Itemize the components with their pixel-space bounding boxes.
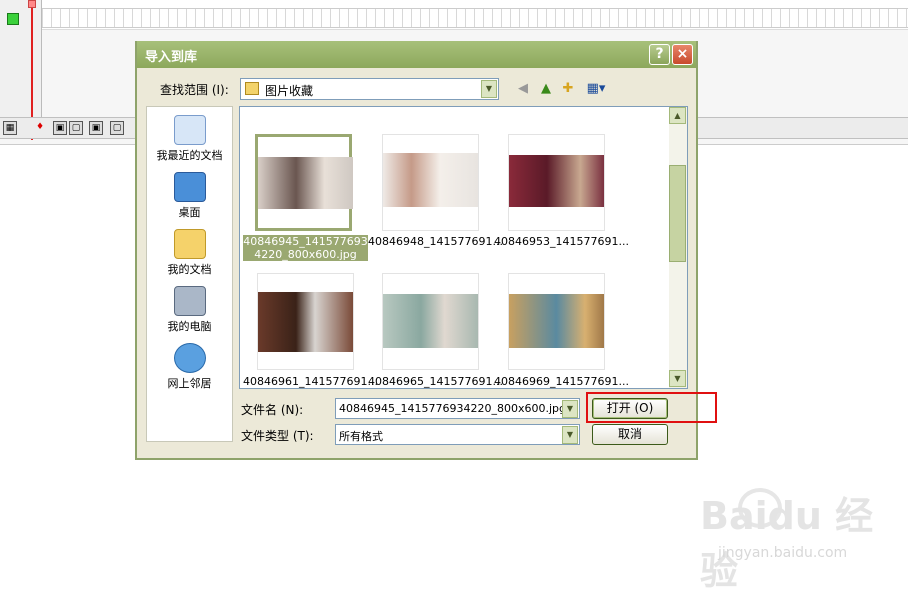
file-thumbnail[interactable]: [382, 134, 479, 231]
folder-icon: [245, 82, 259, 95]
watermark-url: jingyan.baidu.com: [718, 545, 848, 561]
dialog-title-bar[interactable]: 导入到库: [137, 41, 696, 68]
file-thumbnail[interactable]: [382, 273, 479, 370]
my-computer-icon: [173, 286, 206, 316]
file-name[interactable]: 40846965_141577691...: [368, 375, 503, 388]
cancel-button[interactable]: 取消: [592, 424, 668, 445]
chevron-down-icon[interactable]: ▼: [562, 426, 578, 444]
onion-outline-icon[interactable]: ▢: [69, 121, 83, 135]
dialog-title: 导入到库: [145, 50, 198, 65]
place-label: 网上邻居: [167, 377, 212, 390]
file-name[interactable]: 40846948_141577691...: [368, 235, 503, 248]
filename-label: 文件名 (N):: [241, 403, 304, 417]
edit-multiple-frames-icon[interactable]: ▣: [89, 121, 103, 135]
place-label: 我的电脑: [167, 320, 212, 333]
filename-field[interactable]: 40846945_1415776934220_800x600.jpg ▼: [335, 398, 580, 419]
filetype-dropdown[interactable]: 所有格式 ▼: [335, 424, 580, 445]
file-name[interactable]: 40846969_141577691...: [494, 375, 629, 388]
trash-icon[interactable]: ▦: [3, 121, 17, 135]
modify-markers-icon[interactable]: ▢: [110, 121, 124, 135]
timeline-frames[interactable]: [42, 8, 908, 28]
photo-thumbnail: [258, 157, 353, 209]
file-thumbnail[interactable]: [255, 134, 353, 231]
place-my-documents[interactable]: 我的文档: [147, 229, 232, 277]
new-folder-icon[interactable]: ✚: [559, 81, 577, 97]
photo-thumbnail: [383, 153, 478, 207]
lookin-label: 查找范围 (I):: [160, 83, 229, 97]
file-thumbnail[interactable]: [257, 273, 354, 370]
chevron-down-icon[interactable]: ▼: [562, 400, 578, 418]
place-network[interactable]: 网上邻居: [147, 343, 232, 391]
chevron-down-icon[interactable]: ▼: [481, 80, 497, 98]
lookin-dropdown[interactable]: 图片收藏 ▼: [240, 78, 499, 100]
photo-thumbnail: [258, 292, 353, 352]
onion-marker-icon[interactable]: ♦: [33, 121, 47, 135]
file-list[interactable]: 40846945_1415776934220_800x600.jpg 40846…: [239, 106, 688, 389]
recent-documents-icon: [173, 115, 206, 145]
vertical-scrollbar[interactable]: ▲ ▼: [669, 107, 687, 388]
photo-thumbnail: [383, 294, 478, 348]
help-button[interactable]: ?: [649, 44, 670, 65]
network-places-icon: [173, 343, 206, 373]
photo-thumbnail: [509, 294, 604, 348]
filetype-label: 文件类型 (T):: [241, 429, 314, 443]
scroll-up-icon[interactable]: ▲: [669, 107, 686, 124]
my-documents-icon: [173, 229, 206, 259]
onion-skin-icon[interactable]: ▣: [53, 121, 67, 135]
scroll-thumb[interactable]: [669, 165, 686, 262]
place-label: 桌面: [178, 206, 201, 219]
file-thumbnail[interactable]: [508, 134, 605, 231]
scroll-down-icon[interactable]: ▼: [669, 370, 686, 387]
filename-value: 40846945_1415776934220_800x600.jpg: [339, 402, 566, 415]
place-desktop[interactable]: 桌面: [147, 172, 232, 220]
place-recent[interactable]: 我最近的文档: [147, 115, 232, 163]
desktop-icon: [173, 172, 206, 202]
places-bar: 我最近的文档 桌面 我的文档 我的电脑 网上邻居: [146, 106, 233, 442]
view-menu-icon[interactable]: ▦▾: [584, 81, 608, 97]
place-label: 我的文档: [167, 263, 212, 276]
back-icon[interactable]: ◀: [514, 81, 532, 97]
lookin-value: 图片收藏: [265, 84, 314, 98]
file-name[interactable]: 40846953_141577691...: [494, 235, 629, 248]
file-name[interactable]: 40846945_1415776934220_800x600.jpg: [243, 235, 368, 261]
place-label: 我最近的文档: [156, 149, 223, 162]
watermark-logo: Baidu 经验: [700, 494, 874, 593]
highlight-annotation: [586, 392, 717, 423]
file-name[interactable]: 40846961_141577691...: [243, 375, 378, 388]
photo-thumbnail: [509, 155, 604, 207]
layer-color-swatch[interactable]: [7, 13, 19, 25]
place-my-computer[interactable]: 我的电脑: [147, 286, 232, 334]
playhead-handle[interactable]: [28, 0, 36, 8]
close-button[interactable]: ×: [672, 44, 693, 65]
filetype-value: 所有格式: [339, 430, 383, 443]
up-folder-icon[interactable]: ▲: [537, 81, 555, 97]
file-thumbnail[interactable]: [508, 273, 605, 370]
